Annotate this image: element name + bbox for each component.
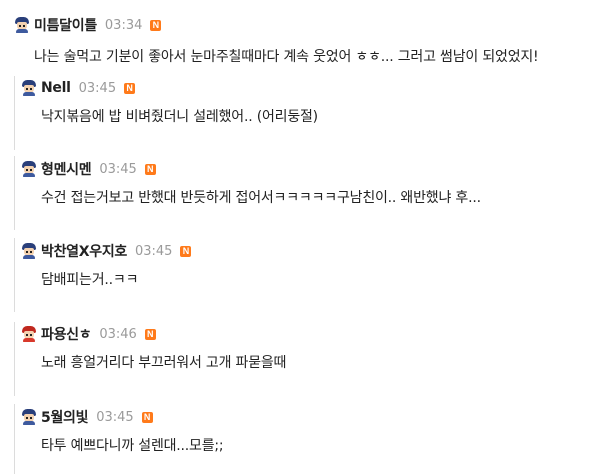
new-badge-icon: N xyxy=(144,328,156,340)
comment-text: 수건 접는거보고 반했대 반듯하게 접어서ㅋㅋㅋㅋㅋ구남친이.. 왜반했냐 후.… xyxy=(41,190,481,206)
new-badge-icon: N xyxy=(144,163,156,175)
avatar-icon[interactable] xyxy=(21,409,37,425)
avatar-icon[interactable] xyxy=(14,17,30,33)
comment-item: 박찬열X우지호 03:45 N 담배피는거..ㅋㅋ xyxy=(14,238,601,312)
avatar-icon[interactable] xyxy=(21,326,37,342)
avatar-icon[interactable] xyxy=(21,243,37,259)
comment-text: 나는 술먹고 기분이 좋아서 눈마주칠때마다 계속 웃었어 ㅎㅎ... 그러고 … xyxy=(34,49,539,65)
comment-text: 낙지볶음에 밥 비벼줬더니 설레했어.. (어리둥절) xyxy=(41,109,318,125)
new-badge-icon: N xyxy=(141,411,153,423)
comment-nickname[interactable]: 박찬열X우지호 xyxy=(41,241,127,261)
comment-time: 03:45 xyxy=(96,409,134,425)
comment-time: 03:45 xyxy=(134,243,173,259)
comment-time: 03:45 xyxy=(99,161,137,177)
comment-nickname[interactable]: Nell xyxy=(41,80,71,96)
avatar-icon[interactable] xyxy=(21,161,37,177)
comment-nickname[interactable]: 미틈달이틀 xyxy=(34,15,97,35)
comment-text: 담배피는거..ㅋㅋ xyxy=(41,272,139,288)
comment-text: 노래 흥얼거리다 부끄러워서 고개 파묻을때 xyxy=(41,355,287,371)
new-badge-icon: N xyxy=(180,245,192,257)
comment-time: 03:34 xyxy=(104,17,143,33)
comment-nickname[interactable]: 파용신ㅎ xyxy=(41,324,92,344)
new-badge-icon: N xyxy=(124,82,136,94)
comment-time: 03:46 xyxy=(99,326,137,342)
comment-item: 형멘시멘 03:45 N 수건 접는거보고 반했대 반듯하게 접어서ㅋㅋㅋㅋㅋ구… xyxy=(14,156,601,230)
comment-nickname[interactable]: 형멘시멘 xyxy=(41,159,92,179)
comment-item: Nell 03:45 N 낙지볶음에 밥 비벼줬더니 설레했어.. (어리둥절) xyxy=(14,76,601,150)
comment-item: 미틈달이틀 03:34 N 나는 술먹고 기분이 좋아서 눈마주칠때마다 계속 … xyxy=(0,16,601,72)
new-badge-icon: N xyxy=(150,19,162,31)
comment-time: 03:45 xyxy=(78,80,117,96)
comment-text: 타투 예쁘다니까 설렌대...모를;; xyxy=(41,438,224,454)
comment-nickname[interactable]: 5월의빛 xyxy=(41,407,88,427)
comment-item: 5월의빛 03:45 N 타투 예쁘다니까 설렌대...모를;; xyxy=(14,404,601,474)
avatar-icon[interactable] xyxy=(21,80,37,96)
comment-item: 파용신ㅎ 03:46 N 노래 흥얼거리다 부끄러워서 고개 파묻을때 xyxy=(14,322,601,396)
